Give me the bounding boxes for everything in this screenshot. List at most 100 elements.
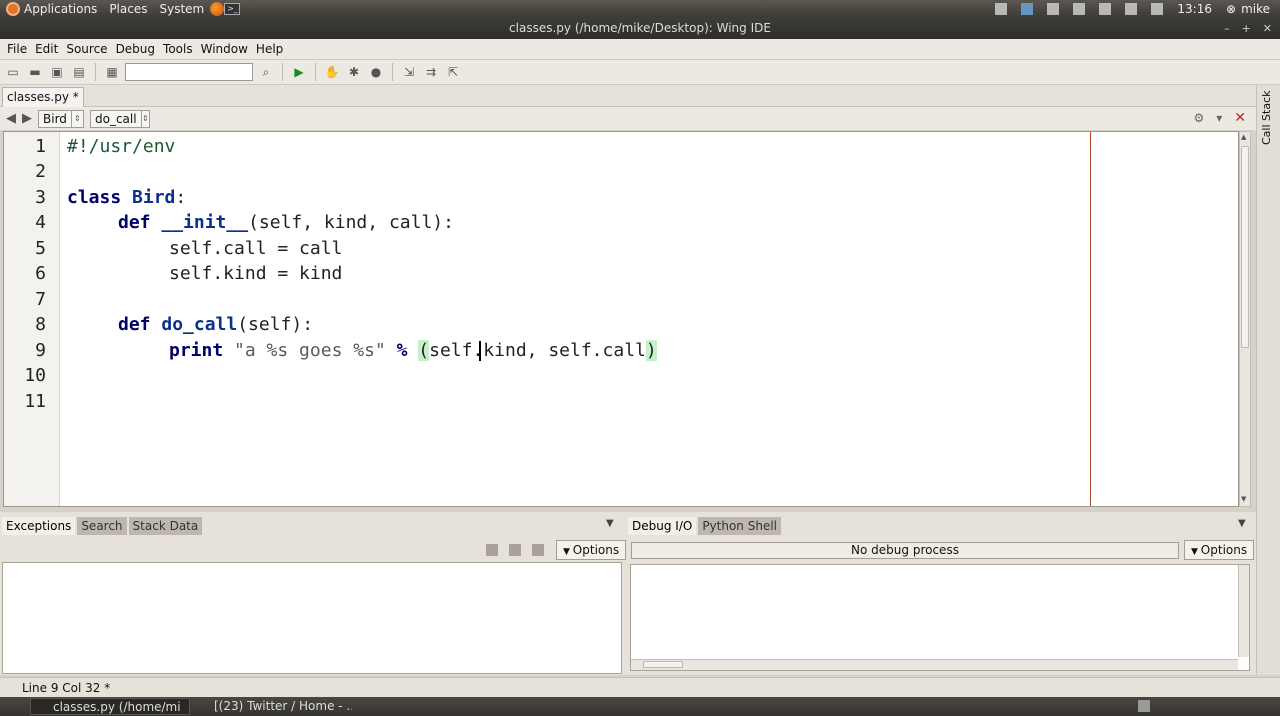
tab-python-shell[interactable]: Python Shell: [698, 516, 781, 535]
hscroll-thumb[interactable]: [643, 661, 683, 668]
panel-tool-icon[interactable]: [486, 544, 498, 556]
forward-arrow-icon[interactable]: ▶: [22, 111, 32, 126]
print-icon[interactable]: ▤: [70, 63, 88, 81]
tab-search[interactable]: Search: [77, 516, 127, 535]
debug-process-field: No debug process: [631, 542, 1179, 559]
line-number: 2: [35, 161, 46, 182]
applications-menu[interactable]: Applications: [0, 2, 103, 16]
mail-icon[interactable]: [1151, 3, 1164, 15]
places-label: Places: [109, 2, 148, 16]
menu-tools[interactable]: Tools: [159, 42, 197, 56]
debug-io-pane[interactable]: [630, 564, 1250, 671]
task-wing-ide[interactable]: classes.py (/home/mi: [30, 698, 190, 715]
power-icon: ⊗: [1226, 2, 1237, 16]
code-line-1: #!/usr/env: [67, 136, 176, 157]
user-menu[interactable]: ⊗ mike: [1226, 2, 1270, 16]
code-line-4: def __init__(self, kind, call):: [118, 212, 454, 233]
tab-exceptions[interactable]: Exceptions: [2, 516, 76, 535]
dropbox-icon[interactable]: [1021, 3, 1034, 15]
scroll-thumb[interactable]: [1241, 146, 1249, 348]
back-arrow-icon[interactable]: ◀: [6, 111, 16, 126]
places-menu[interactable]: Places: [103, 2, 153, 16]
menu-edit[interactable]: Edit: [31, 42, 62, 56]
chevron-down-icon[interactable]: ▼: [606, 518, 614, 529]
close-window-icon[interactable]: ✕: [1263, 18, 1272, 39]
search-input[interactable]: [125, 63, 253, 81]
window-titlebar[interactable]: classes.py (/home/mike/Desktop): Wing ID…: [0, 18, 1280, 39]
run-icon[interactable]: ▶: [290, 63, 308, 81]
method-selector-value: do_call: [95, 111, 137, 126]
stop-icon[interactable]: ●: [367, 63, 385, 81]
menu-help[interactable]: Help: [252, 42, 287, 56]
close-editor-icon[interactable]: ✕: [1234, 110, 1246, 126]
line-number: 9: [35, 340, 46, 361]
editor-tab-row: classes.py *: [0, 85, 1256, 107]
step-out-icon[interactable]: ⇱: [444, 63, 462, 81]
tab-classes-py[interactable]: classes.py *: [2, 87, 84, 107]
minimize-icon[interactable]: –: [1224, 18, 1230, 39]
class-name: Bird: [132, 187, 176, 208]
search-icon[interactable]: ⌕: [257, 63, 275, 81]
editor-options-icon[interactable]: ⚙: [1193, 111, 1204, 125]
toolbar-separator: [392, 63, 393, 81]
debug-io-vscroll[interactable]: [1238, 565, 1249, 657]
step-into-icon[interactable]: ⇲: [400, 63, 418, 81]
function-name: __init__: [161, 212, 249, 233]
keyword-class: class: [67, 187, 122, 208]
new-file-icon[interactable]: ▭: [4, 63, 22, 81]
line-number: 7: [35, 289, 46, 310]
class-selector-value: Bird: [43, 111, 67, 126]
chevron-down-icon[interactable]: ▼: [1238, 518, 1246, 529]
scroll-up-icon[interactable]: ▲: [1241, 133, 1249, 143]
chevron-updown-icon: ⇕: [70, 110, 83, 127]
code-line-9: print "a %s goes %s" % (self.kind, self.…: [169, 340, 657, 361]
save-icon[interactable]: ▣: [48, 63, 66, 81]
editor-scrollbar[interactable]: ▲ ▼: [1239, 131, 1251, 507]
panel-tool-icon[interactable]: [532, 544, 544, 556]
volume-icon[interactable]: [1125, 3, 1138, 15]
keyboard-icon[interactable]: [1073, 3, 1086, 15]
chevron-down-icon: ▼: [563, 547, 573, 557]
code-punct: :: [175, 187, 187, 208]
clipboard-icon[interactable]: [1047, 3, 1060, 15]
terminal-launcher-icon[interactable]: >_: [224, 3, 241, 15]
task-firefox-twitter[interactable]: [(23) Twitter / Home - ...: [192, 698, 352, 715]
code-args: self.kind, self.call: [429, 340, 646, 361]
trash-icon[interactable]: [1138, 700, 1150, 712]
debug-bug-icon[interactable]: ✱: [345, 63, 363, 81]
menu-window[interactable]: Window: [197, 42, 252, 56]
firefox-launcher-icon[interactable]: [210, 2, 225, 16]
menu-debug[interactable]: Debug: [112, 42, 159, 56]
code-line-3: class Bird:: [67, 187, 186, 208]
exceptions-options-button[interactable]: ▼ Options: [556, 540, 627, 560]
class-selector[interactable]: Bird ⇕: [38, 109, 84, 128]
code-editor[interactable]: 1 2 3 4 5 6 7 8 9 10 11 #!/usr/env class…: [3, 131, 1239, 507]
menu-file[interactable]: File: [3, 42, 31, 56]
maximize-icon[interactable]: +: [1242, 18, 1251, 39]
matched-bracket: ): [645, 340, 657, 361]
step-over-icon[interactable]: ⇉: [422, 63, 440, 81]
system-menu[interactable]: System: [153, 2, 210, 16]
system-label: System: [159, 2, 205, 16]
debug-io-hscroll[interactable]: [631, 659, 1238, 670]
tab-debug-io[interactable]: Debug I/O: [628, 516, 697, 535]
debug-io-options-button[interactable]: ▼ Options: [1184, 540, 1255, 560]
menu-source[interactable]: Source: [62, 42, 111, 56]
open-folder-icon[interactable]: ▬: [26, 63, 44, 81]
network-signal-icon[interactable]: [1099, 3, 1112, 15]
method-selector[interactable]: do_call ⇕: [90, 109, 150, 128]
call-stack-tab[interactable]: Call Stack: [1260, 87, 1273, 145]
applications-label: Applications: [24, 2, 98, 16]
panel-tool-icon[interactable]: [509, 544, 521, 556]
clock[interactable]: 13:16: [1177, 2, 1212, 16]
window-list-icon[interactable]: [995, 3, 1008, 15]
pause-hand-icon[interactable]: ✋: [323, 63, 341, 81]
chevron-down-icon[interactable]: ▾: [1216, 111, 1222, 125]
search-options-icon[interactable]: ▦: [103, 63, 121, 81]
scroll-down-icon[interactable]: ▼: [1241, 495, 1249, 505]
chevron-updown-icon: ⇕: [140, 110, 149, 127]
line-number: 11: [24, 391, 46, 412]
toolbar-separator: [315, 63, 316, 81]
exceptions-pane[interactable]: [2, 562, 622, 674]
tab-stack-data[interactable]: Stack Data: [128, 516, 203, 535]
